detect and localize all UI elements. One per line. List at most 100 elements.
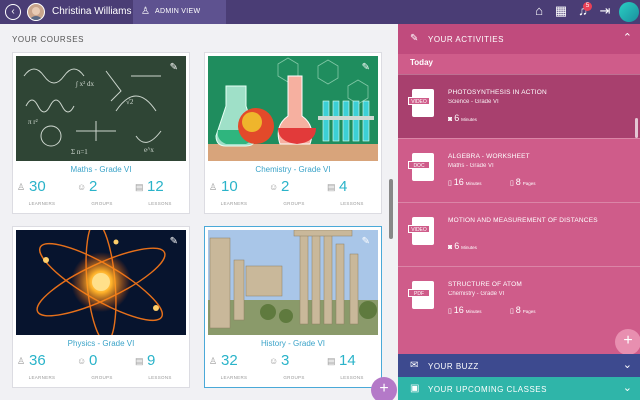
- learners-count: 10: [221, 178, 238, 195]
- courses-scrollbar[interactable]: [389, 179, 393, 239]
- svg-text:Σ n=1: Σ n=1: [71, 148, 88, 156]
- buzz-icon: ✉: [410, 360, 419, 371]
- activities-header[interactable]: ✎ YOUR ACTIVITIES ⌃: [398, 24, 640, 54]
- activity-course: Science - Grade VI: [448, 99, 499, 105]
- course-title: Maths - Grade VI: [70, 165, 132, 174]
- add-activity-button[interactable]: +: [615, 329, 640, 355]
- upcoming-heading: YOUR UPCOMING CLASSES: [428, 385, 547, 394]
- learners-count: 32: [221, 352, 238, 369]
- admin-view-label: ADMIN VIEW: [155, 8, 201, 15]
- buzz-heading: YOUR BUZZ: [428, 362, 479, 371]
- chevron-down-icon[interactable]: ⌄: [623, 381, 632, 394]
- course-image-physics: ✎: [16, 230, 186, 335]
- avatar[interactable]: [27, 3, 45, 21]
- groups-count: 0: [89, 352, 98, 369]
- lessons-icon: ▤: [135, 182, 144, 192]
- activity-name: MOTION AND MEASUREMENT OF DISTANCES: [448, 217, 598, 224]
- activity-duration: ▯ 16 Minutes: [448, 177, 482, 187]
- activity-item[interactable]: VIDEO MOTION AND MEASUREMENT OF DISTANCE…: [398, 202, 640, 266]
- learners-count: 30: [29, 178, 46, 195]
- activity-duration: ◙ 6 Minutes: [448, 241, 477, 251]
- lessons-count: 14: [339, 352, 356, 369]
- video-file-icon: VIDEO: [408, 89, 434, 117]
- activity-name: PHOTOSYNTHESIS IN ACTION: [448, 89, 547, 96]
- activity-item[interactable]: DOC ALGEBRA - WORKSHEET Maths - Grade VI…: [398, 138, 640, 202]
- admin-view-tab[interactable]: ♙ ADMIN VIEW: [133, 0, 226, 24]
- courses-pane: YOUR COURSES ∫ x² dx π r² √2 Σ n=1 e^x ✎…: [0, 24, 398, 400]
- activities-icon: ✎: [410, 33, 419, 44]
- user-name[interactable]: Christina Williams: [52, 6, 131, 17]
- calendar-icon[interactable]: ▦: [552, 2, 570, 20]
- learners-label: LEARNERS: [28, 375, 56, 380]
- groups-count: 2: [281, 178, 290, 195]
- course-card-history[interactable]: ✎ History - Grade VI ♙ 32 LEARNERS ☺ 3 GROUP…: [204, 226, 382, 388]
- learners-icon: ♙: [17, 182, 26, 192]
- activity-pages: ▯ 8 Pages: [510, 177, 536, 187]
- activities-pane: ✎ YOUR ACTIVITIES ⌃ Today VIDEO PHOTOSYN…: [398, 24, 640, 400]
- chevron-up-icon[interactable]: ⌃: [623, 31, 632, 44]
- learners-icon: ♙: [209, 182, 218, 192]
- groups-label: GROUPS: [283, 375, 305, 380]
- buzz-header[interactable]: ✉ YOUR BUZZ ⌄: [398, 354, 640, 377]
- groups-icon: ☺: [77, 182, 87, 192]
- lessons-count: 12: [147, 178, 164, 195]
- courses-heading: YOUR COURSES: [12, 35, 85, 44]
- groups-icon: ☺: [269, 182, 279, 192]
- lessons-label: LESSONS: [340, 375, 364, 380]
- groups-icon: ☺: [269, 356, 279, 366]
- lessons-icon: ▤: [135, 356, 144, 366]
- course-image-chemistry: ✎: [208, 56, 378, 161]
- home-icon[interactable]: ⌂: [530, 2, 548, 20]
- groups-count: 2: [89, 178, 98, 195]
- activity-name: ALGEBRA - WORKSHEET: [448, 153, 530, 160]
- learners-label: LEARNERS: [220, 201, 248, 206]
- svg-text:π r²: π r²: [28, 118, 38, 126]
- upcoming-classes-header[interactable]: ▣ YOUR UPCOMING CLASSES ⌄: [398, 377, 640, 400]
- course-title: Chemistry - Grade VI: [255, 165, 331, 174]
- activity-name: STRUCTURE OF ATOM: [448, 281, 522, 288]
- top-bar: ‹ Christina Williams ♙ ADMIN VIEW ⌂ ▦ ♫ …: [0, 0, 640, 24]
- groups-label: GROUPS: [283, 201, 305, 206]
- lessons-label: LESSONS: [148, 375, 172, 380]
- activity-duration: ◙ 6 Minutes: [448, 113, 477, 123]
- lessons-count: 4: [339, 178, 348, 195]
- activities-scrollbar[interactable]: [635, 118, 638, 138]
- app-logo[interactable]: [619, 2, 639, 22]
- course-stats: ♙ 36 LEARNERS ☺ 0 GROUPS ▤ 9 LESSONS: [13, 352, 189, 384]
- classes-icon: ▣: [410, 383, 420, 394]
- pdf-file-icon: PDF: [408, 281, 434, 309]
- lessons-icon: ▤: [327, 356, 336, 366]
- add-course-button[interactable]: +: [371, 377, 397, 400]
- groups-count: 3: [281, 352, 290, 369]
- course-stats: ♙ 10 LEARNERS ☺ 2 GROUPS ▤ 4 LESSONS: [205, 178, 381, 210]
- back-icon[interactable]: ‹: [5, 4, 21, 20]
- activity-item[interactable]: PDF STRUCTURE OF ATOM Chemistry - Grade …: [398, 266, 640, 330]
- course-card-maths[interactable]: ∫ x² dx π r² √2 Σ n=1 e^x ✎ Maths - Grad…: [12, 52, 190, 214]
- course-image-history: ✎: [208, 230, 378, 335]
- video-file-icon: VIDEO: [408, 217, 434, 245]
- edit-icon[interactable]: ✎: [362, 236, 370, 247]
- course-image-maths: ∫ x² dx π r² √2 Σ n=1 e^x ✎: [16, 56, 186, 161]
- activity-duration: ▯ 16 Minutes: [448, 305, 482, 315]
- chevron-down-icon[interactable]: ⌄: [623, 358, 632, 371]
- course-card-physics[interactable]: ✎ Physics - Grade VI ♙ 36 LEARNERS ☺ 0 GROUP…: [12, 226, 190, 388]
- learners-icon: ♙: [17, 356, 26, 366]
- course-stats: ♙ 32 LEARNERS ☺ 3 GROUPS ▤ 14 LESSONS: [205, 352, 381, 384]
- logout-icon[interactable]: ⇥: [596, 2, 614, 20]
- svg-text:√2: √2: [126, 98, 134, 106]
- learners-label: LEARNERS: [28, 201, 56, 206]
- course-card-chemistry[interactable]: ✎ Chemistry - Grade VI ♙ 10 LEARNERS ☺ 2 GRO…: [204, 52, 382, 214]
- activity-pages: ▯ 8 Pages: [510, 305, 536, 315]
- learners-icon: ♙: [209, 356, 218, 366]
- groups-icon: ☺: [77, 356, 87, 366]
- edit-icon[interactable]: ✎: [170, 62, 178, 73]
- lessons-label: LESSONS: [340, 201, 364, 206]
- activity-course: Chemistry - Grade VI: [448, 291, 505, 297]
- edit-icon[interactable]: ✎: [170, 236, 178, 247]
- groups-label: GROUPS: [91, 201, 113, 206]
- activity-item[interactable]: VIDEO PHOTOSYNTHESIS IN ACTION Science -…: [398, 74, 640, 138]
- groups-label: GROUPS: [91, 375, 113, 380]
- learners-label: LEARNERS: [220, 375, 248, 380]
- edit-icon[interactable]: ✎: [362, 62, 370, 73]
- activities-heading: YOUR ACTIVITIES: [428, 35, 504, 44]
